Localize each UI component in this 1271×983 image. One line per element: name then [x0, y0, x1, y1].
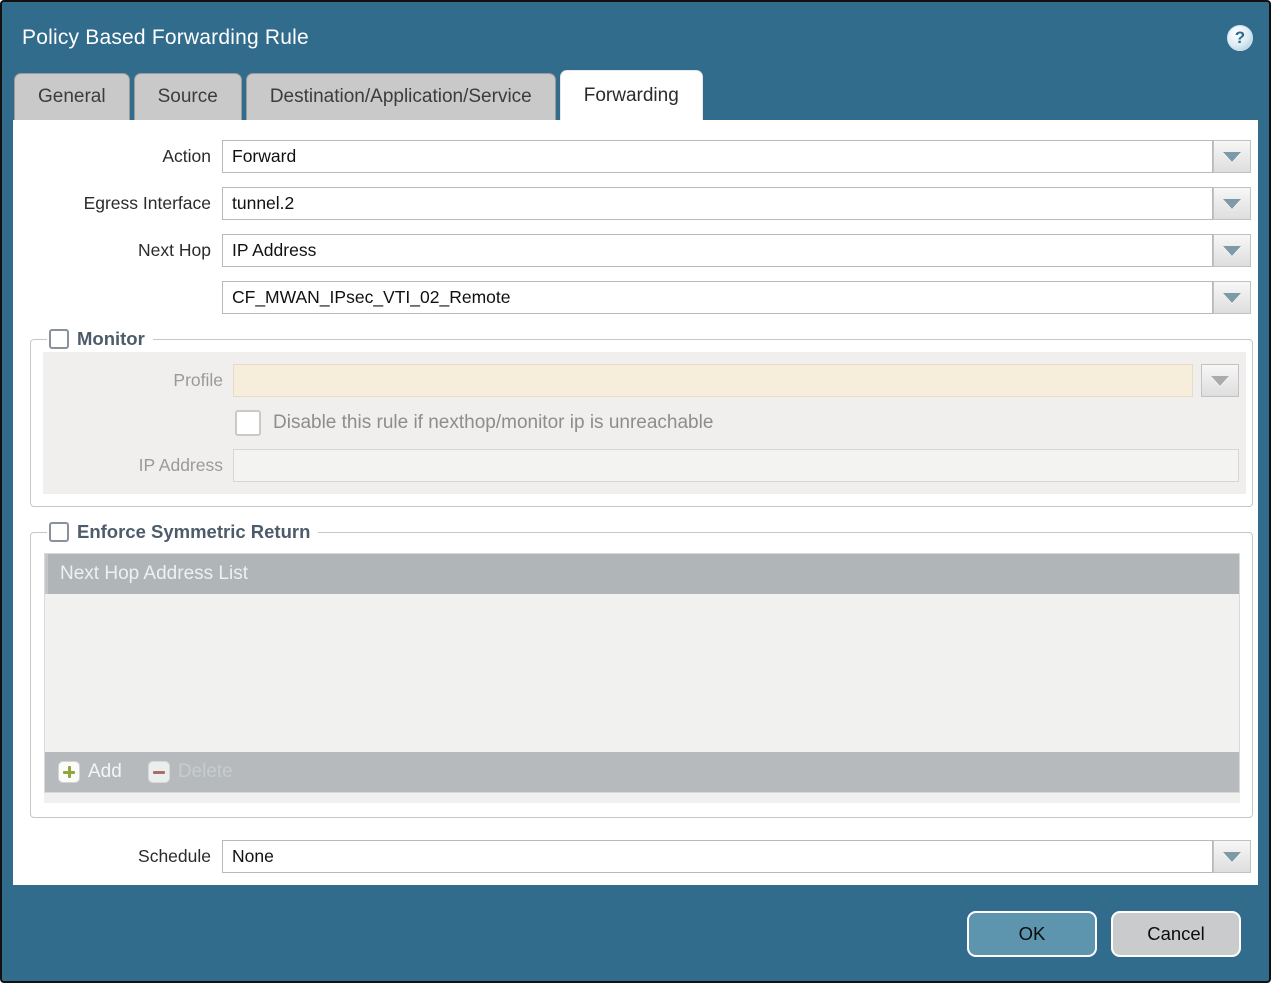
action-combo: Forward	[222, 140, 1251, 173]
enforce-symmetric-return-legend-label: Enforce Symmetric Return	[77, 521, 310, 543]
chevron-down-icon	[1211, 376, 1229, 386]
egress-interface-dropdown-button[interactable]	[1213, 187, 1251, 220]
tab-general[interactable]: General	[14, 73, 130, 120]
next-hop-address-row: CF_MWAN_IPsec_VTI_02_Remote	[13, 281, 1251, 314]
dialog-titlebar: Policy Based Forwarding Rule ?	[2, 2, 1269, 70]
egress-interface-label: Egress Interface	[13, 193, 222, 214]
next-hop-address-table-header: Next Hop Address List	[45, 554, 1239, 594]
add-button[interactable]: Add	[58, 761, 122, 783]
tab-source[interactable]: Source	[134, 73, 242, 120]
help-icon[interactable]: ?	[1227, 25, 1253, 51]
tab-destination-application-service[interactable]: Destination/Application/Service	[246, 73, 556, 120]
egress-interface-row: Egress Interface tunnel.2	[13, 187, 1251, 220]
plus-icon	[58, 761, 80, 783]
monitor-ip-label: IP Address	[43, 455, 233, 476]
monitor-section: Monitor Profile Disable this rule if nex…	[30, 328, 1253, 507]
profile-dropdown-button-disabled	[1201, 364, 1239, 397]
enforce-symmetric-return-section: Enforce Symmetric Return Next Hop Addres…	[30, 521, 1253, 818]
chevron-down-icon	[1223, 293, 1241, 303]
tab-strip: General Source Destination/Application/S…	[2, 70, 1269, 120]
enforce-symmetric-return-checkbox[interactable]	[49, 522, 69, 542]
delete-button-label: Delete	[178, 761, 233, 783]
dialog-footer: OK Cancel	[2, 885, 1269, 981]
disable-rule-checkbox-disabled	[235, 410, 261, 436]
monitor-legend-label: Monitor	[77, 328, 145, 350]
monitor-panel: Profile Disable this rule if nexthop/mon…	[43, 352, 1246, 494]
chevron-down-icon	[1223, 199, 1241, 209]
disable-rule-label: Disable this rule if nexthop/monitor ip …	[273, 412, 713, 434]
next-hop-type-value[interactable]: IP Address	[222, 234, 1213, 267]
schedule-dropdown-button[interactable]	[1213, 840, 1251, 873]
pbf-rule-dialog: Policy Based Forwarding Rule ? General S…	[0, 0, 1271, 983]
next-hop-address-table-toolbar: Add Delete	[45, 752, 1239, 792]
chevron-down-icon	[1223, 246, 1241, 256]
monitor-ip-row: IP Address	[43, 449, 1239, 482]
next-hop-address-value[interactable]: CF_MWAN_IPsec_VTI_02_Remote	[222, 281, 1213, 314]
tab-forwarding[interactable]: Forwarding	[560, 70, 703, 120]
chevron-down-icon	[1223, 852, 1241, 862]
tab-panel-forwarding: Action Forward Egress Interface tunnel.2…	[13, 120, 1258, 885]
profile-value-disabled	[233, 364, 1193, 397]
dialog-title: Policy Based Forwarding Rule	[22, 26, 309, 50]
schedule-value[interactable]: None	[222, 840, 1213, 873]
add-button-label: Add	[88, 761, 122, 783]
monitor-checkbox[interactable]	[49, 329, 69, 349]
next-hop-type-dropdown-button[interactable]	[1213, 234, 1251, 267]
monitor-ip-value-disabled	[233, 449, 1239, 482]
minus-icon	[148, 761, 170, 783]
disable-rule-row: Disable this rule if nexthop/monitor ip …	[43, 410, 1246, 436]
schedule-row: Schedule None	[13, 840, 1251, 873]
enforce-symmetric-return-legend: Enforce Symmetric Return	[47, 521, 318, 543]
egress-interface-value[interactable]: tunnel.2	[222, 187, 1213, 220]
table-underscroll-strip	[44, 793, 1240, 803]
profile-label: Profile	[43, 370, 233, 391]
next-hop-address-combo: CF_MWAN_IPsec_VTI_02_Remote	[222, 281, 1251, 314]
profile-row: Profile	[43, 364, 1239, 397]
action-row: Action Forward	[13, 140, 1251, 173]
next-hop-label: Next Hop	[13, 240, 222, 261]
action-value[interactable]: Forward	[222, 140, 1213, 173]
schedule-combo: None	[222, 840, 1251, 873]
next-hop-row: Next Hop IP Address	[13, 234, 1251, 267]
next-hop-address-dropdown-button[interactable]	[1213, 281, 1251, 314]
next-hop-type-combo: IP Address	[222, 234, 1251, 267]
action-dropdown-button[interactable]	[1213, 140, 1251, 173]
cancel-button[interactable]: Cancel	[1111, 911, 1241, 957]
delete-button-disabled: Delete	[148, 761, 233, 783]
monitor-legend: Monitor	[47, 328, 153, 350]
schedule-label: Schedule	[13, 846, 222, 867]
chevron-down-icon	[1223, 152, 1241, 162]
ok-button[interactable]: OK	[967, 911, 1097, 957]
next-hop-address-table-body[interactable]	[45, 594, 1239, 752]
next-hop-address-table: Next Hop Address List Add Delete	[44, 553, 1240, 793]
egress-interface-combo: tunnel.2	[222, 187, 1251, 220]
action-label: Action	[13, 146, 222, 167]
